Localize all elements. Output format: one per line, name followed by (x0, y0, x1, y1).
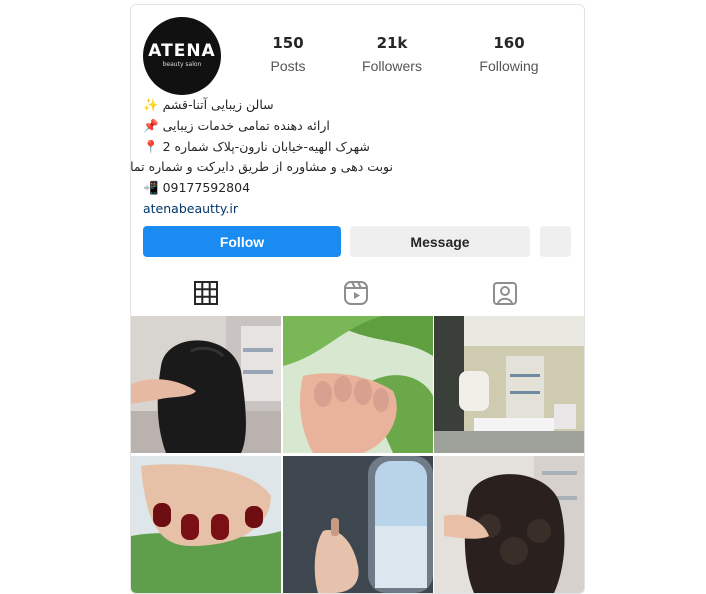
followers-label: Followers (362, 58, 422, 74)
post-image-airplane-window (283, 456, 433, 593)
tab-reels[interactable] (342, 279, 370, 307)
post-thumbnail[interactable] (434, 316, 584, 453)
avatar-tagline: beauty salon (162, 61, 202, 68)
bio-phone-number: 09177592804 (162, 180, 251, 196)
bio-line-2: 📌 ارائه دهنده تمامی خدمات زیبایی (143, 116, 393, 137)
post-thumbnail[interactable] (283, 456, 433, 593)
follow-button[interactable]: Follow (143, 226, 341, 257)
tagged-icon (493, 282, 517, 305)
bio-booking-info: نوبت دهی و مشاوره از طریق دایرکت و شماره… (130, 159, 393, 175)
bio-line-1: ✨ سالن زیبایی آتنا-قشم (143, 95, 393, 116)
sparkles-icon: ✨ (143, 97, 159, 112)
post-image-nails-plant (283, 316, 433, 453)
profile-card: ATENA beauty salon 150 Posts 21k Followe… (130, 4, 585, 594)
website-link[interactable]: atenabeautty.ir (143, 199, 393, 220)
pushpin-icon: 📌 (143, 117, 159, 133)
person-add-button[interactable] (540, 226, 571, 257)
post-thumbnail[interactable] (283, 316, 433, 453)
tab-posts-grid[interactable] (192, 279, 220, 307)
followers-stat[interactable]: 21k Followers (347, 33, 437, 75)
posts-stat[interactable]: 150 Posts (243, 33, 333, 75)
following-stat[interactable]: 160 Following (464, 33, 554, 75)
posts-count: 150 (272, 34, 304, 52)
bio-address: شهرک الهیه-خیابان نارون-پلاک شماره 2 (162, 138, 370, 154)
post-thumbnail[interactable] (434, 456, 584, 593)
following-label: Following (479, 58, 539, 74)
profile-avatar[interactable]: ATENA beauty salon (143, 17, 221, 95)
mobile-phone-icon: 📲 (143, 180, 159, 196)
bio-line-3: 📍 شهرک الهیه-خیابان نارون-پلاک شماره 2 (143, 137, 393, 158)
location-pin-icon: 📍 (143, 138, 159, 154)
post-image-curled-hair (434, 456, 584, 593)
post-image-salon-room (434, 316, 584, 453)
followers-count: 21k (376, 34, 408, 52)
tab-tagged[interactable] (491, 279, 519, 307)
reels-icon (344, 281, 368, 305)
message-button[interactable]: Message (350, 226, 530, 257)
grid-icon (194, 281, 218, 305)
post-thumbnail[interactable] (131, 456, 281, 593)
bio-salon-name: سالن زیبایی آتنا-قشم (162, 97, 274, 112)
posts-label: Posts (270, 58, 306, 74)
following-count: 160 (493, 34, 525, 52)
avatar-brand: ATENA (148, 41, 216, 61)
profile-bio: ✨ سالن زیبایی آتنا-قشم 📌 ارائه دهنده تما… (130, 95, 393, 220)
post-image-hair (131, 316, 281, 453)
bio-services: ارائه دهنده تمامی خدمات زیبایی (162, 117, 330, 133)
post-image-red-nails (131, 456, 281, 593)
bio-line-5: 📲 09177592804 (143, 178, 393, 199)
profile-tabs (131, 273, 584, 313)
post-thumbnail[interactable] (131, 316, 281, 453)
posts-grid (131, 316, 584, 593)
